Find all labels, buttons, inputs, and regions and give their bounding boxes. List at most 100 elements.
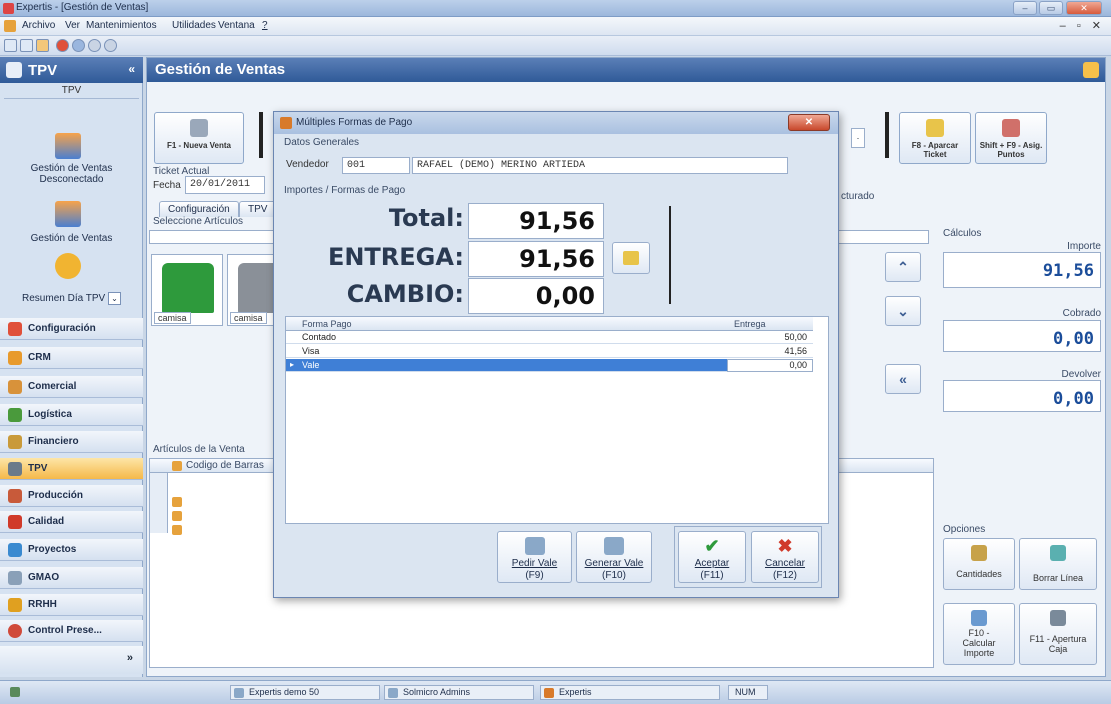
dialog-icon [280,117,292,129]
nav-tile-resumen[interactable]: Resumen Día TPV ⌄ [4,292,139,305]
logistica-icon [8,408,22,422]
checkmark-icon: ✔ [704,536,720,556]
borrar-linea-button[interactable]: Borrar Línea [1019,538,1097,590]
grid-row[interactable]: Contado 50,00 [286,331,813,344]
importe-value: 91,56 [943,252,1101,288]
apertura-caja-button[interactable]: F11 - Apertura Caja [1019,603,1097,665]
calculos-label: Cálculos [943,228,982,239]
nav-sub-title: TPV [4,85,139,99]
new-sale-button[interactable]: F1 - Nueva Venta [154,112,244,164]
financiero-icon [8,435,22,449]
cancelar-button[interactable]: ✖ Cancelar (F12) [751,531,819,583]
nav-control-presencia[interactable]: Control Prese... [0,620,143,642]
generar-vale-button[interactable]: Generar Vale (F10) [576,531,652,583]
calcular-importe-button[interactable]: F10 - Calcular Importe [943,603,1015,665]
entrega-button[interactable] [612,242,650,274]
grid-row[interactable]: Visa 41,56 [286,345,813,358]
calculator-icon [971,610,987,626]
tab-configuracion[interactable]: Configuración [159,201,239,217]
dialog-title: Múltiples Formas de Pago [296,117,413,128]
stop-icon[interactable] [56,39,69,52]
vendedor-code-field[interactable]: 001 [342,157,410,174]
calidad-icon [8,515,22,529]
page-title: Gestión de Ventas [155,61,286,78]
status-icon [10,687,20,697]
refresh-icon[interactable] [72,39,85,52]
gmao-icon [8,571,22,585]
nav-calidad[interactable]: Calidad [0,511,143,533]
nav-configuracion[interactable]: Configuración [0,318,143,340]
config-icon [8,322,22,336]
importe-label: Importe [1067,241,1101,252]
nav-proyectos[interactable]: Proyectos [0,539,143,561]
scroll-top-button[interactable]: ⌃ [885,252,921,282]
nav-logistica[interactable]: Logística [0,404,143,426]
nav-financiero[interactable]: Financiero [0,431,143,453]
dropdown-button[interactable]: · [851,128,865,148]
row-pointer-icon: ▸ [290,360,295,369]
proyectos-icon [8,543,22,557]
folder-icon[interactable] [1083,62,1099,78]
scroll-bottom-button[interactable]: ⌄ [885,296,921,326]
sales-offline-icon[interactable] [55,133,81,159]
nav-rrhh[interactable]: RRHH [0,594,143,616]
nav-gmao[interactable]: GMAO [0,567,143,589]
product-tile[interactable]: camisa [151,254,223,326]
mdi-window-controls[interactable]: – ▫ ✕ [1060,19,1105,32]
menu-ver[interactable]: Ver [65,20,80,31]
tab-tpv[interactable]: TPV [239,201,277,217]
entrega-value[interactable]: 91,56 [468,241,604,277]
more-icon[interactable]: » [127,652,133,664]
menu-archivo[interactable]: Archivo [22,20,55,31]
back-button[interactable]: « [885,364,921,394]
entrega-header: Entrega [734,319,766,329]
nav-produccion[interactable]: Producción [0,485,143,507]
nav-crm[interactable]: CRM [0,347,143,369]
nav-tile-ventas-desconectado[interactable]: Gestión de Ventas Desconectado [4,163,139,185]
row-icon [172,497,182,507]
row-selector [150,473,168,533]
dialog-close-button[interactable]: ✕ [788,114,830,131]
nav-tile-ventas[interactable]: Gestión de Ventas [4,233,139,244]
nav-header-label: TPV [28,62,58,79]
facturado-label: cturado [841,191,875,202]
park-ticket-button[interactable]: F8 - Aparcar Ticket [899,112,971,164]
summary-icon[interactable] [55,253,81,279]
menu-utilidades[interactable]: Utilidades [172,20,216,31]
collapse-icon[interactable]: « [128,62,135,76]
dropdown-icon[interactable]: ⌄ [107,292,121,305]
menu-help[interactable]: ? [262,20,268,31]
crm-icon [8,351,22,365]
toolbar [0,36,1111,56]
back-icon[interactable] [88,39,101,52]
window-title: Expertis - [Gestión de Ventas] [16,2,149,13]
cambio-value: 0,00 [468,278,604,314]
cobrado-value: 0,00 [943,320,1101,352]
cancel-x-icon: ✖ [777,536,793,556]
grid-header: Forma Pago Entrega [286,317,813,331]
menu-mantenimientos[interactable]: Mantenimientos [86,20,157,31]
folder-icon[interactable] [36,39,49,52]
forward-icon[interactable] [104,39,117,52]
maximize-button[interactable]: ▭ [1039,1,1063,15]
close-button[interactable]: ✕ [1066,1,1102,15]
menu-ventana[interactable]: Ventana [218,20,255,31]
payment-grid[interactable]: Forma Pago Entrega Contado 50,00 Visa 41… [285,316,829,524]
nav-tpv[interactable]: TPV [0,458,143,480]
cantidades-button[interactable]: Cantidades [943,538,1015,590]
nav-more[interactable]: » [0,646,143,674]
aceptar-button[interactable]: ✔ Aceptar (F11) [678,531,746,583]
menu-bar: Archivo Ver Mantenimientos Utilidades Ve… [0,17,1111,36]
assign-points-button[interactable]: Shift + F9 - Asig. Puntos [975,112,1047,164]
fecha-field[interactable]: 20/01/2011 [185,176,265,194]
sales-icon[interactable] [55,201,81,227]
tpv-icon [6,62,22,78]
layout-icon-2[interactable] [20,39,33,52]
total-label: Total: [388,204,464,232]
grid-row-selected[interactable]: ▸ Vale 0,00 [286,359,813,372]
minimize-button[interactable]: – [1013,1,1037,15]
nav-comercial[interactable]: Comercial [0,376,143,398]
layout-icon[interactable] [4,39,17,52]
pedir-vale-button[interactable]: Pedir Vale (F9) [497,531,572,583]
money-icon [623,251,639,265]
